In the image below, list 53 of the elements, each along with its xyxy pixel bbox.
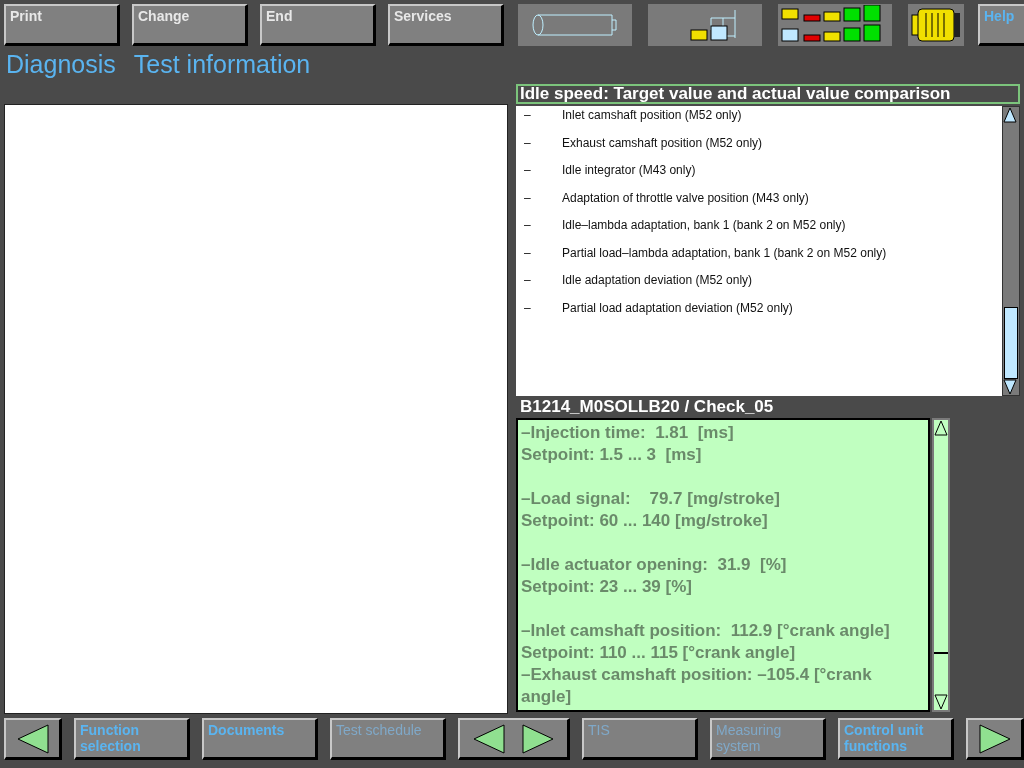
toolbar-button[interactable]: Print <box>4 4 120 46</box>
list-item-text: Inlet camshaft position (M52 only) <box>562 108 742 124</box>
connector-icon <box>910 7 962 43</box>
result-line: –Inlet camshaft position: 112.9 [°crank angle] <box>521 620 891 642</box>
result-line: Setpoint: 23 ... 39 [%] <box>521 576 693 598</box>
toolbar-button[interactable]: Change <box>132 4 248 46</box>
result-line: –Idle actuator opening: 31.9 [%] <box>521 554 788 576</box>
result-line: Setpoint: 1.5 ... 3 [ms] <box>521 444 703 466</box>
list-item-text: Idle integrator (M43 only) <box>562 163 696 179</box>
scrollbar[interactable] <box>932 418 950 712</box>
list-bullet: – <box>523 108 532 124</box>
test-title: Idle speed: Target value and actual value comparison <box>516 84 1020 104</box>
back-button[interactable] <box>4 718 62 760</box>
left-arrow-icon <box>471 722 506 755</box>
list-item-text: Exhaust camshaft position (M52 only) <box>562 135 763 152</box>
result-line: –Load signal: 79.7 [mg/stroke] <box>521 488 781 510</box>
result-line: –Exhaust camshaft position: –105.4 [°crank angle] <box>521 664 873 708</box>
nav-button[interactable]: Documents <box>202 718 318 760</box>
list-bullet: – <box>523 300 532 317</box>
result-line: Setpoint: 60 ... 140 [mg/stroke] <box>521 510 769 532</box>
list-bullet: – <box>523 273 532 289</box>
list-bullet: – <box>523 135 532 152</box>
list-item-text: Idle adaptation deviation (M52 only) <box>562 273 753 289</box>
list-item-text: Adaptation of throttle valve position (M43 only) <box>562 190 809 207</box>
list-item-text: Partial load adaptation deviation (M52 only) <box>562 300 793 317</box>
list-bullet: – <box>523 190 532 207</box>
breadcrumb-title: Diagnosis <box>6 49 116 79</box>
cylinder-icon <box>530 12 620 38</box>
right-arrow-icon <box>521 722 556 755</box>
signal-level-icon-button[interactable] <box>778 4 892 46</box>
list-bullet: – <box>523 218 532 234</box>
list-bullet: – <box>523 163 532 179</box>
result-line: –Injection time: 1.81 [ms] <box>521 422 735 444</box>
page-arrows-button[interactable] <box>458 718 570 760</box>
check-title: B1214_M0SOLLB20 / Check_05 <box>519 396 775 418</box>
toolbar-button[interactable]: End <box>260 4 376 46</box>
toolbar-button[interactable]: Services <box>388 4 504 46</box>
breadcrumb-title: Test information <box>133 49 311 79</box>
nav-button[interactable]: Control unit functions <box>838 718 954 760</box>
help-button[interactable]: Help <box>978 4 1024 46</box>
left-arrow-icon <box>15 722 50 755</box>
forward-button[interactable] <box>966 718 1024 760</box>
list-item-text: Idle–lambda adaptation, bank 1 (bank 2 on M52 only) <box>562 218 846 234</box>
scrollbar[interactable] <box>1002 106 1020 396</box>
result-line: Setpoint: 110 ... 115 [°crank angle] <box>521 642 797 664</box>
nav-button[interactable]: Function selection <box>74 718 190 760</box>
list-bullet: – <box>523 245 532 262</box>
right-arrow-icon <box>977 722 1012 755</box>
scroll-down-icon[interactable] <box>934 694 948 710</box>
connector-icon-button[interactable] <box>908 4 964 46</box>
network-icon-button[interactable] <box>648 4 762 46</box>
list-item-text: Partial load–lambda adaptation, bank 1 (bank 2 on M52 only) <box>562 245 887 262</box>
scroll-up-icon[interactable] <box>934 420 948 436</box>
